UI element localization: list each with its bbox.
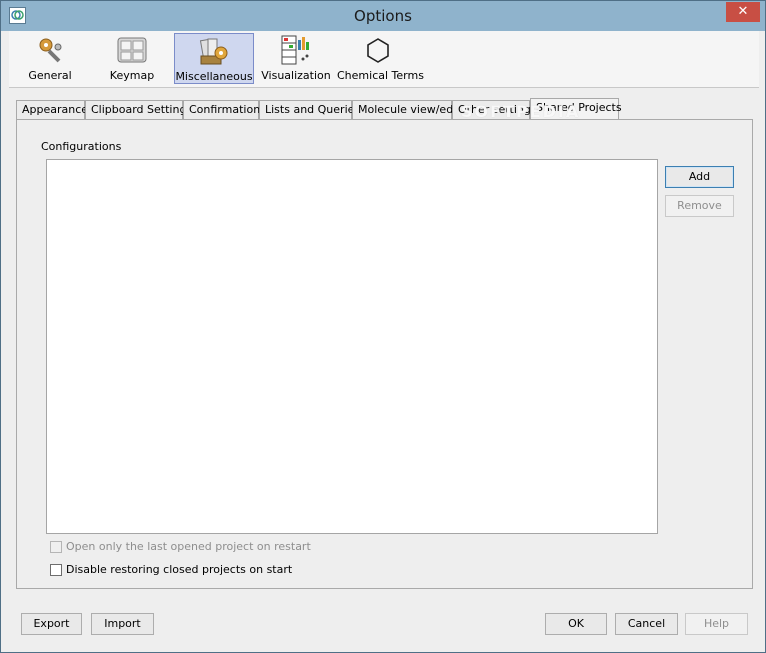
category-toolbar: General Keymap Miscellaneous Visualizati… bbox=[9, 31, 759, 88]
toolbar-label-keymap: Keymap bbox=[109, 69, 155, 82]
toolbar-item-keymap[interactable]: Keymap bbox=[91, 33, 173, 84]
import-button[interactable]: Import bbox=[91, 613, 154, 635]
help-button[interactable]: Help bbox=[685, 613, 748, 635]
tab-confirmations[interactable]: Confirmations bbox=[183, 100, 266, 119]
configurations-list[interactable] bbox=[46, 159, 658, 534]
ok-button[interactable]: OK bbox=[545, 613, 607, 635]
disable-restoring-label: Disable restoring closed projects on sta… bbox=[66, 563, 293, 576]
disable-restoring-checkbox[interactable] bbox=[50, 564, 62, 576]
export-button[interactable]: Export bbox=[21, 613, 82, 635]
toolbar-label-visualization: Visualization bbox=[261, 69, 331, 82]
configurations-label: Configurations bbox=[41, 140, 122, 153]
keyboard-icon bbox=[117, 35, 147, 65]
tab-clipboard-settings[interactable]: Clipboard Settings bbox=[85, 100, 192, 119]
open-last-project-label: Open only the last opened project on res… bbox=[66, 540, 311, 553]
benzene-ring-icon bbox=[363, 35, 393, 65]
misc-tools-icon bbox=[199, 36, 229, 66]
cancel-button[interactable]: Cancel bbox=[615, 613, 678, 635]
add-button[interactable]: Add bbox=[665, 166, 734, 188]
toolbar-label-chemical-terms: Chemical Terms bbox=[337, 69, 424, 82]
close-button[interactable]: ✕ bbox=[726, 2, 760, 22]
tab-appearance[interactable]: Appearance bbox=[16, 100, 88, 119]
toolbar-item-general[interactable]: General bbox=[9, 33, 91, 84]
toolbar-item-visualization[interactable]: Visualization bbox=[255, 33, 337, 84]
toolbar-item-chemical-terms[interactable]: Chemical Terms bbox=[337, 33, 424, 84]
options-window: Options ✕ General Keymap Miscellaneous V… bbox=[0, 0, 766, 653]
tab-molecule-view-edit[interactable]: Molecule view/edit bbox=[352, 100, 461, 119]
title-bar[interactable]: Options ✕ bbox=[1, 1, 765, 31]
remove-button[interactable]: Remove bbox=[665, 195, 734, 217]
toolbar-label-miscellaneous: Miscellaneous bbox=[175, 70, 253, 83]
window-title: Options bbox=[354, 7, 412, 25]
tab-lists-and-queries[interactable]: Lists and Queries bbox=[259, 100, 360, 119]
open-last-project-checkbox[interactable] bbox=[50, 541, 62, 553]
grid-chart-icon bbox=[281, 35, 311, 65]
toolbar-item-miscellaneous[interactable]: Miscellaneous bbox=[174, 33, 254, 84]
toolbar-label-general: General bbox=[28, 69, 72, 82]
wrench-gear-icon bbox=[35, 35, 65, 65]
